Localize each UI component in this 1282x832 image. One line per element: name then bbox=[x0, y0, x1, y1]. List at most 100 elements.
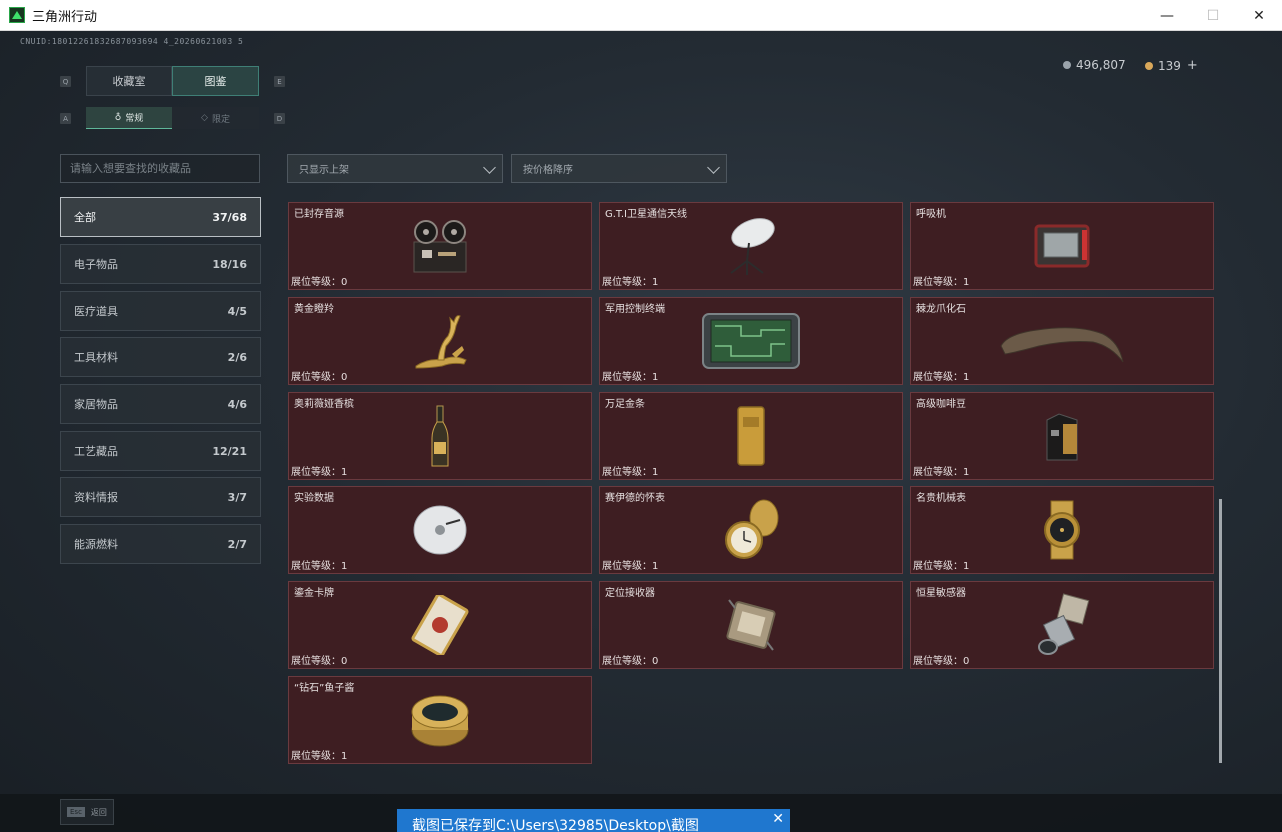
category-household[interactable]: 家居物品 4/6 bbox=[60, 384, 261, 424]
item-level: 展位等级：1 bbox=[291, 751, 348, 762]
item-card[interactable]: 定位接收器 展位等级：0 bbox=[599, 581, 903, 669]
item-level: 展位等级：1 bbox=[602, 372, 659, 383]
esc-key-icon: Esc bbox=[67, 807, 85, 817]
category-label: 医疗道具 bbox=[74, 305, 118, 318]
control-terminal-icon bbox=[702, 313, 800, 369]
add-currency-button[interactable]: + bbox=[1187, 58, 1198, 73]
item-name: 高级咖啡豆 bbox=[916, 399, 966, 410]
item-name: 奥莉薇娅香槟 bbox=[294, 399, 354, 410]
category-medical[interactable]: 医疗道具 4/5 bbox=[60, 291, 261, 331]
category-label: 资料情报 bbox=[74, 491, 118, 504]
maximize-button[interactable]: ☐ bbox=[1190, 0, 1236, 31]
category-count: 2/7 bbox=[227, 537, 247, 551]
item-card[interactable]: 实验数据 展位等级：1 bbox=[288, 486, 592, 574]
regular-icon: ♁ bbox=[114, 112, 122, 123]
item-card[interactable]: 赛伊德的怀表 展位等级：1 bbox=[599, 486, 903, 574]
item-name: “钻石”鱼子酱 bbox=[294, 683, 355, 694]
item-card[interactable]: 棘龙爪化石 展位等级：1 bbox=[910, 297, 1214, 385]
category-energy[interactable]: 能源燃料 2/7 bbox=[60, 524, 261, 564]
item-level: 展位等级：0 bbox=[913, 656, 970, 667]
window-controls: — ☐ ✕ bbox=[1144, 0, 1282, 31]
wristwatch-icon bbox=[1044, 500, 1080, 560]
item-name: 军用控制终端 bbox=[605, 304, 665, 315]
gold-coin-icon bbox=[1145, 61, 1153, 70]
item-card[interactable]: 呼吸机 展位等级：1 bbox=[910, 202, 1214, 290]
subtab-limited-label: 限定 bbox=[211, 114, 230, 125]
item-card[interactable]: 名贵机械表 展位等级：1 bbox=[910, 486, 1214, 574]
pocket-watch-icon bbox=[725, 499, 779, 559]
golden-gazelle-icon bbox=[415, 315, 467, 369]
toast-text: 截图已保存到C:\Users\32985\Desktop\截图 bbox=[412, 818, 699, 832]
availability-value: 只显示上架 bbox=[299, 165, 349, 176]
item-card[interactable]: 黄金瞪羚 展位等级：0 bbox=[288, 297, 592, 385]
back-label: 返回 bbox=[90, 807, 107, 817]
subtab-regular[interactable]: ♁ 常规 bbox=[86, 107, 172, 129]
tab-collection-room[interactable]: 收藏室 bbox=[86, 66, 172, 96]
category-count: 2/6 bbox=[227, 350, 247, 364]
availability-dropdown[interactable]: 只显示上架 bbox=[287, 154, 503, 183]
subtab-limited[interactable]: ◇ 限定 bbox=[172, 107, 259, 129]
item-name: 万足金条 bbox=[605, 399, 645, 410]
category-label: 工艺藏品 bbox=[74, 445, 118, 458]
currency-primary-value: 496,807 bbox=[1076, 58, 1126, 72]
category-intel[interactable]: 资料情报 3/7 bbox=[60, 477, 261, 517]
category-crafts[interactable]: 工艺藏品 12/21 bbox=[60, 431, 261, 471]
chevron-down-icon bbox=[483, 161, 496, 174]
category-count: 3/7 bbox=[227, 490, 247, 504]
item-level: 展位等级：0 bbox=[602, 656, 659, 667]
gilded-card-icon bbox=[411, 595, 469, 655]
search-input[interactable] bbox=[60, 154, 260, 183]
screenshot-toast: 截图已保存到C:\Users\32985\Desktop\截图 ✕ bbox=[397, 809, 790, 832]
item-card[interactable]: 万足金条 展位等级：1 bbox=[599, 392, 903, 480]
close-window-button[interactable]: ✕ bbox=[1236, 0, 1282, 31]
window-title: 三角洲行动 bbox=[32, 9, 98, 25]
currency-secondary-value: 139 bbox=[1158, 58, 1181, 73]
category-count: 4/5 bbox=[227, 304, 247, 318]
tab-catalog[interactable]: 图鉴 bbox=[172, 66, 259, 96]
reel-recorder-icon bbox=[413, 220, 467, 273]
category-count: 12/21 bbox=[212, 444, 247, 458]
sort-dropdown[interactable]: 按价格降序 bbox=[511, 154, 727, 183]
item-level: 展位等级：0 bbox=[291, 372, 348, 383]
category-tools[interactable]: 工具材料 2/6 bbox=[60, 337, 261, 377]
scrollbar[interactable] bbox=[1219, 499, 1222, 763]
chevron-down-icon bbox=[707, 161, 720, 174]
item-card[interactable]: G.T.I卫星通信天线 展位等级：1 bbox=[599, 202, 903, 290]
category-label: 工具材料 bbox=[74, 351, 118, 364]
key-hint-d: D bbox=[274, 113, 285, 124]
item-card[interactable]: “钻石”鱼子酱 展位等级：1 bbox=[288, 676, 592, 764]
item-level: 展位等级：1 bbox=[602, 277, 659, 288]
minimize-button[interactable]: — bbox=[1144, 0, 1190, 31]
silver-coin-icon bbox=[1063, 61, 1071, 69]
item-level: 展位等级：1 bbox=[602, 561, 659, 572]
item-name: G.T.I卫星通信天线 bbox=[605, 209, 687, 220]
uid-watermark: CNUID:18012261832687093694 4_20260621003… bbox=[20, 37, 244, 46]
item-card[interactable]: 已封存音源 展位等级：0 bbox=[288, 202, 592, 290]
item-card[interactable]: 鎏金卡牌 展位等级：0 bbox=[288, 581, 592, 669]
item-card[interactable]: 恒星敏感器 展位等级：0 bbox=[910, 581, 1214, 669]
subtab-regular-label: 常规 bbox=[125, 114, 144, 124]
item-level: 展位等级：1 bbox=[913, 561, 970, 572]
champagne-icon bbox=[431, 405, 449, 467]
item-level: 展位等级：1 bbox=[291, 467, 348, 478]
key-hint-q: Q bbox=[60, 76, 71, 87]
back-button[interactable]: Esc 返回 bbox=[60, 799, 114, 825]
item-card[interactable]: 高级咖啡豆 展位等级：1 bbox=[910, 392, 1214, 480]
item-name: 已封存音源 bbox=[294, 209, 344, 220]
category-label: 能源燃料 bbox=[74, 538, 118, 551]
item-level: 展位等级：1 bbox=[913, 467, 970, 478]
toast-close-button[interactable]: ✕ bbox=[772, 811, 784, 827]
item-name: 实验数据 bbox=[294, 493, 334, 504]
sort-value: 按价格降序 bbox=[523, 165, 573, 176]
item-level: 展位等级：1 bbox=[291, 561, 348, 572]
item-card[interactable]: 军用控制终端 展位等级：1 bbox=[599, 297, 903, 385]
category-all[interactable]: 全部 37/68 bbox=[60, 197, 261, 237]
key-hint-e: E bbox=[274, 76, 285, 87]
item-name: 呼吸机 bbox=[916, 209, 946, 220]
category-label: 家居物品 bbox=[74, 398, 118, 411]
item-card[interactable]: 奥莉薇娅香槟 展位等级：1 bbox=[288, 392, 592, 480]
item-name: 恒星敏感器 bbox=[916, 588, 966, 599]
item-name: 名贵机械表 bbox=[916, 493, 966, 504]
category-electronics[interactable]: 电子物品 18/16 bbox=[60, 244, 261, 284]
key-hint-a: A bbox=[60, 113, 71, 124]
